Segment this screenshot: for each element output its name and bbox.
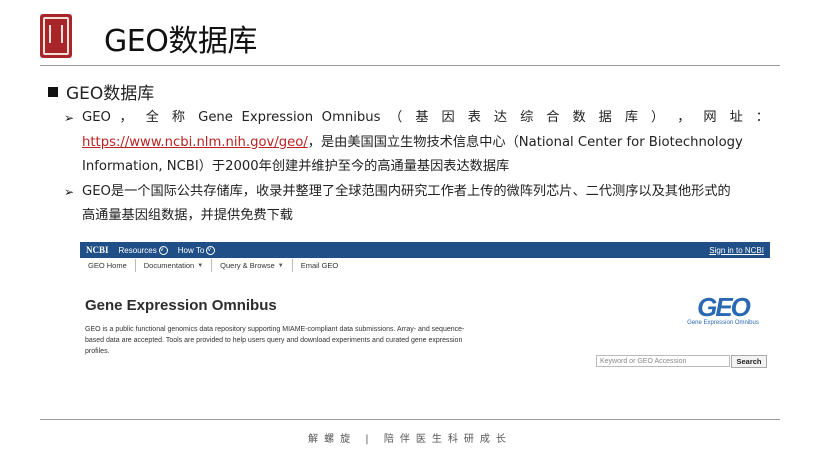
geo-url-link[interactable]: https://www.ncbi.nlm.nih.gov/geo/	[82, 135, 308, 150]
header-divider	[40, 65, 780, 66]
geo-website-screenshot: NCBI Resources ˅ How To ˅ Sign in to NCBI …	[80, 242, 770, 372]
bullet-text: ，是由美国国立生物技术信息中心（National Center for Biot…	[307, 134, 743, 150]
geo-page-heading: Gene Expression Omnibus	[85, 297, 277, 314]
bullet-list: ➢ GEO ， 全 称 Gene Expression Omnibus （ 基 …	[64, 106, 769, 229]
section-heading: GEO数据库	[48, 79, 154, 104]
bullet-text: GEO是一个国际公共存储库，收录并整理了全球范围内研究工作者上传的微阵列芯片、二…	[82, 183, 731, 199]
ncbi-logo[interactable]: NCBI	[86, 245, 109, 255]
arrow-bullet-icon: ➢	[64, 184, 75, 199]
bullet-text: Information, NCBI）于2000年创建并维护至今的高通量基因表达数…	[82, 159, 510, 174]
bullet-text-line: https://www.ncbi.nlm.nih.gov/geo/，是由美国国立…	[82, 135, 743, 150]
bullet-item-geo-intro: ➢ GEO ， 全 称 Gene Expression Omnibus （ 基 …	[64, 106, 769, 180]
bullet-text: GEO ， 全 称 Gene Expression Omnibus （ 基 因 …	[82, 110, 769, 125]
caret-down-icon: ▼	[197, 262, 204, 269]
tab-documentation[interactable]: Documentation ▼	[136, 259, 213, 272]
tab-query-browse[interactable]: Query & Browse ▼	[212, 259, 293, 272]
resources-menu[interactable]: Resources ˅	[119, 245, 168, 255]
geo-nav-tabs: GEO Home Documentation ▼ Query & Browse ▼ …	[80, 259, 346, 272]
chevron-down-icon: ˅	[206, 245, 216, 255]
section-title: GEO数据库	[66, 84, 155, 104]
how-to-menu[interactable]: How To ˅	[178, 245, 216, 255]
square-bullet-icon	[48, 86, 58, 97]
footer-divider	[40, 419, 780, 420]
tab-geo-home[interactable]: GEO Home	[80, 259, 136, 272]
footer-text: 解螺旋 | 陪伴医生科研成长	[308, 434, 512, 445]
arrow-bullet-icon: ➢	[64, 111, 75, 125]
ncbi-top-bar: NCBI Resources ˅ How To ˅ Sign in to NCBI	[80, 242, 770, 258]
slide-title: GEO数据库	[104, 24, 257, 59]
search-button[interactable]: Search	[731, 355, 767, 368]
bullet-item-geo-repository: ➢ GEO是一个国际公共存储库，收录并整理了全球范围内研究工作者上传的微阵列芯片…	[64, 180, 769, 229]
caret-down-icon: ▼	[277, 262, 284, 269]
geo-description: GEO is a public functional genomics data…	[85, 326, 465, 355]
bullet-text: 高通量基因组数据，并提供免费下载	[82, 208, 293, 223]
tab-email-geo[interactable]: Email GEO	[293, 259, 347, 272]
slide-header: GEO数据库	[0, 0, 820, 78]
geo-logo[interactable]: GEO Gene Expression Omnibus	[680, 294, 766, 326]
geo-search-input[interactable]: Keyword or GEO Accession	[596, 355, 730, 367]
brand-seal-logo	[40, 14, 72, 58]
chevron-down-icon: ˅	[158, 245, 168, 255]
sign-in-link[interactable]: Sign in to NCBI	[709, 246, 764, 255]
